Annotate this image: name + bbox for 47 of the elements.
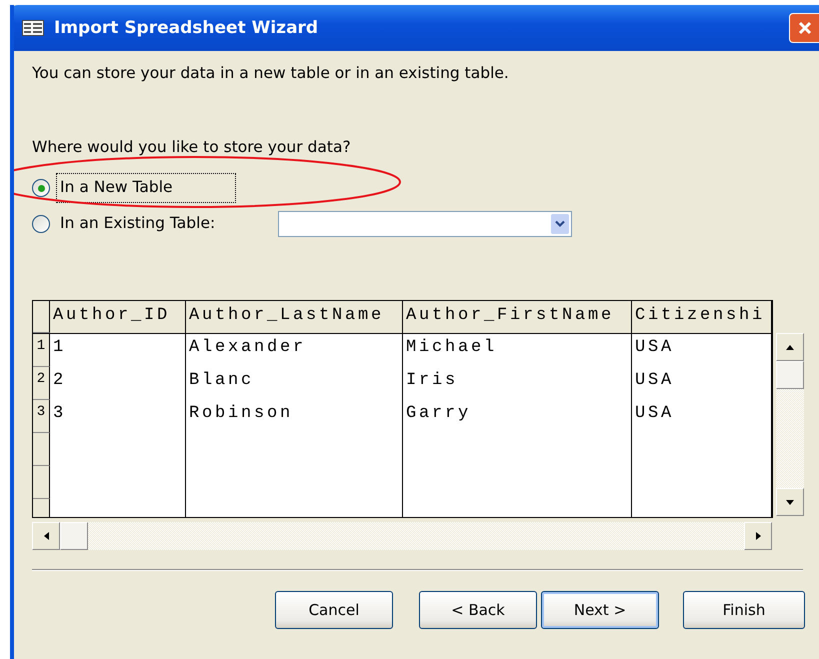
- radio-label[interactable]: In an Existing Table:: [56, 209, 278, 239]
- column-header: Citizenshi: [632, 301, 772, 333]
- scroll-down-button[interactable]: [776, 488, 804, 516]
- window-title: Import Spreadsheet Wizard: [54, 18, 318, 38]
- close-icon: [796, 20, 812, 36]
- wizard-button[interactable]: Next >: [541, 591, 659, 629]
- table-cell: Michael: [403, 334, 632, 367]
- table-cell: 1: [50, 334, 186, 367]
- radio-button[interactable]: [32, 215, 50, 233]
- wizard-button[interactable]: < Back: [419, 591, 537, 629]
- table-cell: USA: [632, 367, 772, 400]
- column-header: Author_FirstName: [403, 301, 632, 333]
- scroll-thumb[interactable]: [776, 361, 804, 389]
- radio-button[interactable]: [32, 179, 50, 197]
- table-cell: Robinson: [186, 400, 403, 433]
- question-text: Where would you like to store your data?: [32, 138, 352, 158]
- close-button[interactable]: [789, 13, 819, 43]
- left-arrow-icon: [44, 532, 48, 540]
- column-header: Author_ID: [50, 301, 186, 333]
- scroll-up-button[interactable]: [776, 333, 804, 361]
- scroll-right-button[interactable]: [744, 522, 772, 550]
- intro-text: You can store your data in a new table or in an existing table.: [32, 64, 510, 84]
- down-arrow-icon: [786, 500, 794, 504]
- table-cell: Blanc: [186, 367, 403, 400]
- table-cell: 3: [50, 400, 186, 433]
- table-cell: USA: [632, 334, 772, 367]
- scroll-thumb[interactable]: [60, 522, 88, 550]
- chevron-down-icon: [555, 220, 566, 228]
- column-header: Author_LastName: [186, 301, 403, 333]
- table-cell: 2: [50, 367, 186, 400]
- wizard-button[interactable]: Cancel: [275, 591, 393, 629]
- table-cell: Garry: [403, 400, 632, 433]
- up-arrow-icon: [786, 344, 794, 350]
- horizontal-scrollbar[interactable]: [32, 522, 772, 550]
- table-cell: USA: [632, 400, 772, 433]
- row-header: 1: [33, 334, 50, 367]
- right-arrow-icon: [756, 532, 760, 540]
- table-cell: Alexander: [186, 334, 403, 367]
- radio-label[interactable]: In a New Table: [56, 173, 236, 203]
- row-header: 2: [33, 367, 50, 400]
- dropdown-button[interactable]: [551, 214, 570, 234]
- scroll-left-button[interactable]: [32, 522, 60, 550]
- row-header: 3: [33, 400, 50, 433]
- table-cell: Iris: [403, 367, 632, 400]
- wizard-button[interactable]: Finish: [683, 591, 805, 629]
- form-icon: [22, 20, 44, 36]
- vertical-scrollbar[interactable]: [776, 333, 804, 516]
